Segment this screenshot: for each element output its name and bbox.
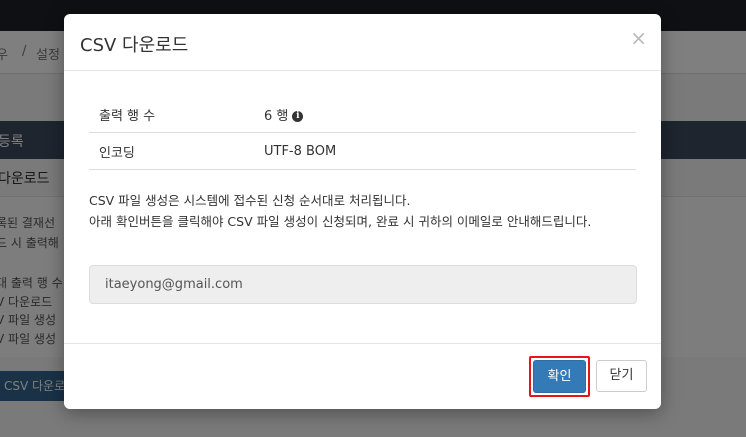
notice-text: CSV 파일 생성은 시스템에 접수된 신청 순서대로 처리됩니다. 아래 확인… [89, 190, 644, 232]
close-icon[interactable]: × [630, 26, 647, 50]
email-field[interactable]: itaeyong@gmail.com [89, 265, 637, 304]
confirm-button[interactable]: 확인 [533, 360, 586, 393]
table-row: 인코딩 UTF-8 BOM [89, 132, 636, 170]
info-table: 출력 행 수 6 행i 인코딩 UTF-8 BOM [89, 96, 636, 170]
row-count-value: 6 행 [264, 108, 289, 124]
notice-line: CSV 파일 생성은 시스템에 접수된 신청 순서대로 처리됩니다. [89, 193, 411, 208]
row-label: 인코딩 [89, 132, 264, 170]
row-value: UTF-8 BOM [264, 132, 636, 170]
notice-line: 아래 확인버튼을 클릭해야 CSV 파일 생성이 신청되며, 완료 시 귀하의 … [89, 214, 592, 229]
modal-header: CSV 다운로드 × [64, 14, 661, 71]
email-value: itaeyong@gmail.com [105, 277, 243, 292]
row-value: 6 행i [264, 96, 636, 133]
table-row: 출력 행 수 6 행i [89, 96, 636, 133]
row-label: 출력 행 수 [89, 96, 264, 133]
close-button[interactable]: 닫기 [596, 360, 647, 392]
csv-download-modal: CSV 다운로드 × 출력 행 수 6 행i 인코딩 UTF-8 BOM CSV… [64, 14, 661, 409]
modal-title: CSV 다운로드 [80, 35, 189, 56]
info-icon[interactable]: i [292, 110, 304, 122]
